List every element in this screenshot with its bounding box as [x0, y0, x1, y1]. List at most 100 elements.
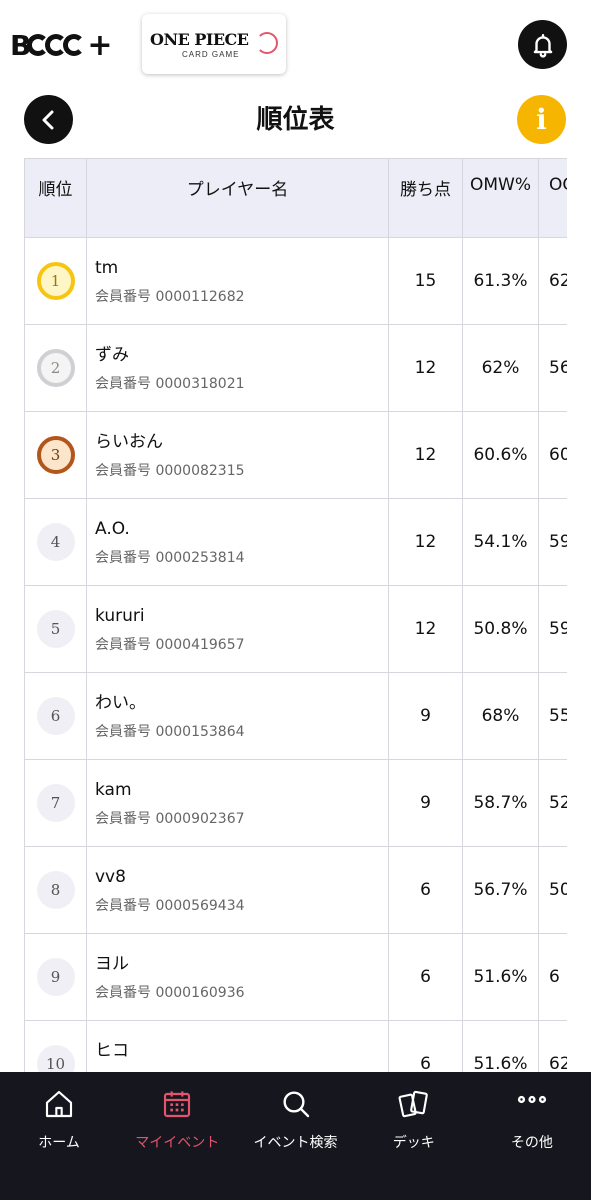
omw-cell: 56.7%	[462, 846, 539, 934]
home-icon	[46, 1090, 73, 1118]
rank-badge: 2	[36, 349, 75, 387]
rank-cell: 10	[24, 1020, 87, 1072]
brand-logo-plus: +	[87, 27, 112, 63]
table-row[interactable]: 1 tm 会員番号 0000112682 15 61.3% 62	[24, 237, 567, 325]
bottom-navigation: ホーム マイイベント イベント検索 デッキ その他	[0, 1072, 591, 1200]
omw-cell: 50.8%	[462, 585, 539, 673]
info-icon: i	[536, 103, 547, 136]
rank-badge: 5	[36, 610, 75, 648]
table-row[interactable]: 5 kururi 会員番号 0000419657 12 50.8% 59	[24, 585, 567, 673]
nav-label-event-search: イベント検索	[253, 1135, 338, 1151]
table-row[interactable]: 6 わい。 会員番号 0000153864 9 68% 55	[24, 672, 567, 760]
calendar-icon	[164, 1091, 191, 1118]
rank-cell: 7	[24, 759, 87, 847]
bell-icon	[533, 33, 552, 58]
nav-item-event-search[interactable]: イベント検索	[236, 1072, 354, 1200]
member-number: 会員番号 0000318021	[95, 376, 245, 392]
cards-icon	[398, 1090, 428, 1118]
rank-badge: 6	[36, 697, 75, 735]
player-name: A.O.	[95, 519, 130, 539]
points-cell: 12	[388, 324, 463, 412]
table-row[interactable]: 8 vv8 会員番号 0000569434 6 56.7% 50	[24, 846, 567, 934]
rank-cell: 4	[24, 498, 87, 586]
member-number: 会員番号 0000082315	[95, 463, 245, 479]
rank-badge: 9	[36, 958, 75, 996]
points-cell: 15	[388, 237, 463, 325]
points-cell: 6	[388, 846, 463, 934]
rank-badge: 1	[36, 262, 75, 300]
standings-table: 順位 プレイヤー名 勝ち点 OMW% OO 1 tm 会員番号 0000112682…	[24, 158, 567, 1072]
omw-cell: 51.6%	[462, 933, 539, 1021]
player-cell: vv8 会員番号 0000569434	[86, 846, 389, 934]
rank-badge: 10	[36, 1045, 75, 1072]
player-cell: らいおん会員番号 0000082315	[86, 411, 389, 499]
column-header-points: 勝ち点	[388, 158, 463, 238]
player-cell: kam 会員番号 0000902367	[86, 759, 389, 847]
nav-item-home[interactable]: ホーム	[0, 1072, 118, 1200]
member-number: 会員番号 0000419657	[95, 637, 245, 653]
oomw-cell: 59	[538, 498, 567, 586]
player-name: ヒコ	[95, 1041, 129, 1061]
player-name: ずみ	[95, 345, 129, 365]
more-icon	[517, 1095, 547, 1104]
rank-cell: 5	[24, 585, 87, 673]
notification-button[interactable]	[518, 20, 567, 69]
oomw-cell: 50	[538, 846, 567, 934]
oomw-cell: 62	[538, 237, 567, 325]
omw-cell: 51.6%	[462, 1020, 539, 1072]
player-name: らいおん	[95, 432, 163, 452]
bandai-bcg-logo[interactable]: B +	[10, 27, 112, 63]
nav-label-deck: デッキ	[392, 1135, 435, 1151]
player-cell: わい。 会員番号 0000153864	[86, 672, 389, 760]
oomw-cell: 55	[538, 672, 567, 760]
rank-cell: 9	[24, 933, 87, 1021]
player-name: kam	[95, 780, 132, 800]
table-row[interactable]: 9 ヨル 会員番号 0000160936 6 51.6% 6	[24, 933, 567, 1021]
member-number: 会員番号 0000253814	[95, 550, 245, 566]
oomw-cell: 59	[538, 585, 567, 673]
omw-cell: 60.6%	[462, 411, 539, 499]
one-piece-card-game-logo[interactable]: ONE PIECE CARD GAME	[142, 14, 286, 74]
member-number: 会員番号 0000902367	[95, 811, 245, 827]
nav-label-my-events: マイイベント	[135, 1135, 220, 1151]
rank-cell: 6	[24, 672, 87, 760]
column-header-oomw: OO	[538, 158, 567, 238]
rank-badge: 4	[36, 523, 75, 561]
table-row[interactable]: 2 ずみ 会員番号 0000318021 12 62% 56	[24, 324, 567, 412]
nav-item-other[interactable]: その他	[473, 1072, 591, 1200]
points-cell: 12	[388, 411, 463, 499]
player-name: ヨル	[95, 954, 129, 974]
player-cell: ずみ会員番号 0000318021	[86, 324, 389, 412]
rank-badge: 8	[36, 871, 75, 909]
brand-logo-loops	[27, 34, 86, 56]
nav-label-home: ホーム	[38, 1135, 80, 1151]
table-row[interactable]: 4 A.O. 会員番号 0000253814 12 54.1% 59	[24, 498, 567, 586]
rank-cell: 1	[24, 237, 87, 325]
player-name: tm	[95, 258, 119, 278]
rank-cell: 8	[24, 846, 87, 934]
points-cell: 12	[388, 585, 463, 673]
player-name: vv8	[95, 867, 126, 887]
member-number: 会員番号 0000153864	[95, 724, 245, 740]
nav-item-deck[interactable]: デッキ	[355, 1072, 473, 1200]
table-row[interactable]: 7 kam 会員番号 0000902367 9 58.7% 52	[24, 759, 567, 847]
page-title: 順位表	[256, 105, 335, 135]
nav-label-other: その他	[510, 1135, 553, 1151]
member-number: 会員番号 0000569434	[95, 898, 245, 914]
player-name: kururi	[95, 606, 145, 626]
column-header-omw: OMW%	[462, 158, 539, 238]
player-cell: ヒコ	[86, 1020, 389, 1072]
player-cell: kururi 会員番号 0000419657	[86, 585, 389, 673]
table-row[interactable]: 10 ヒコ 6 51.6% 62	[24, 1020, 567, 1072]
points-cell: 9	[388, 759, 463, 847]
player-cell: tm 会員番号 0000112682	[86, 237, 389, 325]
standings-table-scroll[interactable]: 順位 プレイヤー名 勝ち点 OMW% OO 1 tm 会員番号 0000112682…	[24, 158, 567, 1072]
table-row[interactable]: 3 らいおん 会員番号 0000082315 12 60.6% 60	[24, 411, 567, 499]
oomw-cell: 56	[538, 324, 567, 412]
column-header-player: プレイヤー名	[86, 158, 389, 238]
nav-item-my-events[interactable]: マイイベント	[118, 1072, 236, 1200]
player-cell: A.O. 会員番号 0000253814	[86, 498, 389, 586]
oomw-cell: 52	[538, 759, 567, 847]
omw-cell: 62%	[462, 324, 539, 412]
info-button[interactable]: i	[517, 95, 566, 144]
